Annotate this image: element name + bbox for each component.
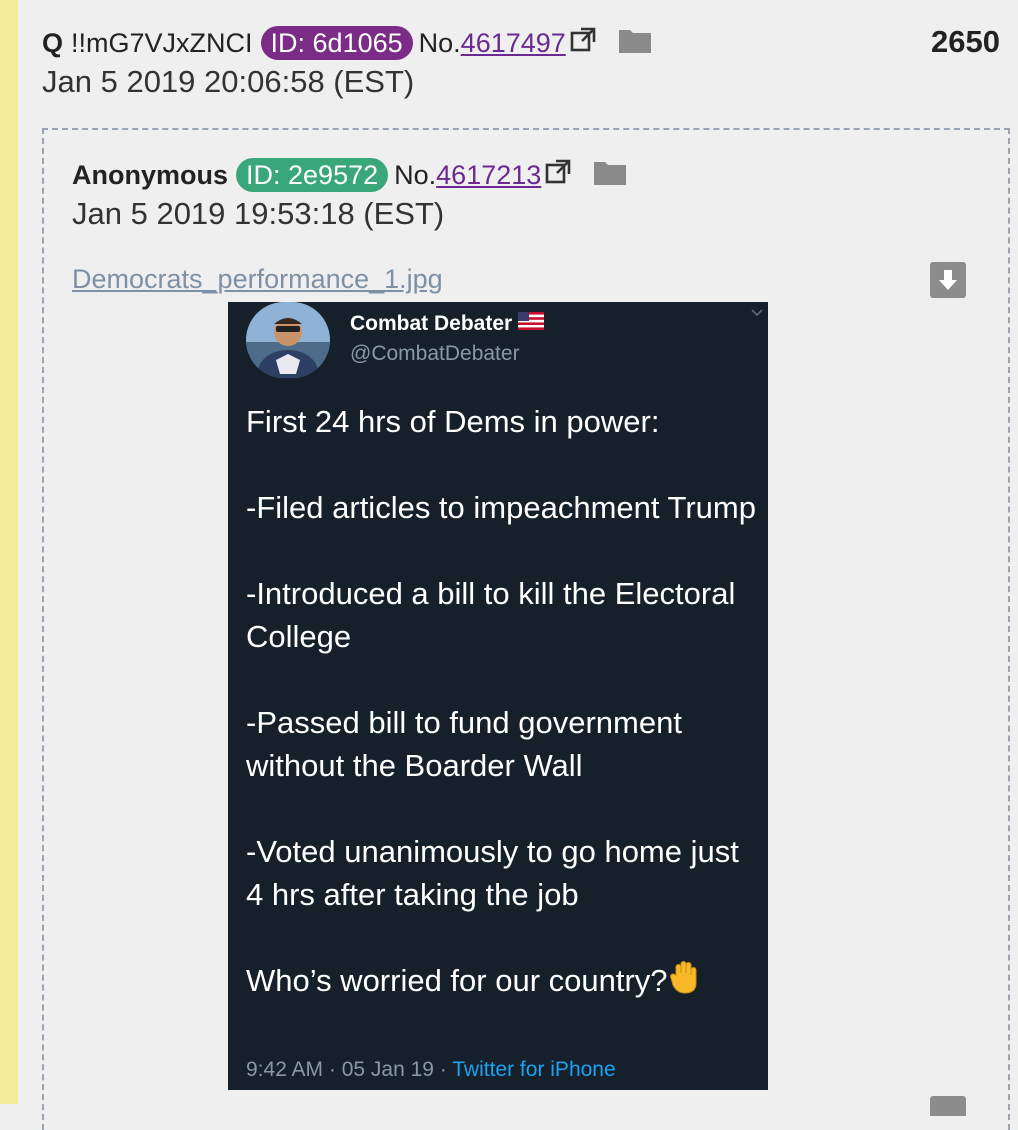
post-date: Jan 5 2019 20:06:58 (EST) (42, 64, 415, 99)
chevron-down-icon (750, 306, 764, 320)
post-number-link[interactable]: 4617497 (461, 28, 566, 58)
tweet-handle: @CombatDebater (350, 342, 520, 365)
poster-name: Q (42, 27, 64, 58)
tweet-line: -Voted unanimously to go home just 4 hrs… (246, 834, 739, 912)
tweet-last-line: Who’s worried for our country? (246, 959, 756, 1006)
us-flag-icon (518, 312, 545, 336)
post-number: No.4617213 (394, 160, 541, 191)
q-post-header: Q !!mG7VJxZNCI ID: 6d1065 No.4617497 Jan… (42, 24, 1002, 104)
q-post: Q !!mG7VJxZNCI ID: 6d1065 No.4617497 Jan… (18, 0, 1018, 1130)
external-link-icon[interactable] (545, 159, 571, 192)
tweet-line: -Introduced a bill to kill the Electoral… (246, 576, 736, 654)
post-number-link[interactable]: 4617213 (436, 160, 541, 190)
raised-hand-icon (669, 961, 700, 1006)
tweet-meta: 9:42 AM · 05 Jan 19 · Twitter for iPhone (246, 1058, 616, 1082)
post-number-prefix: No. (418, 27, 461, 58)
attachment-filename-link[interactable]: Democrats_performance_1.jpg (72, 264, 443, 295)
post-counter: 2650 (931, 24, 1000, 59)
tripcode: !!mG7VJxZNCI (71, 27, 253, 58)
reply-post-header: Anonymous ID: 2e9572 No.4617213 Jan 5 20… (72, 156, 972, 232)
tweet-source: Twitter for iPhone (452, 1058, 616, 1081)
tweet-display-name: Combat Debater (350, 312, 513, 335)
folder-icon[interactable] (618, 26, 652, 61)
post-date: Jan 5 2019 19:53:18 (EST) (72, 196, 445, 231)
tweet-screenshot-image: Combat Debater @CombatDebater First 24 h… (228, 302, 768, 1090)
poster-id-badge[interactable]: ID: 6d1065 (260, 26, 413, 60)
tweet-line: -Filed articles to impeachment Trump (246, 490, 756, 525)
tweet-line: Who’s worried for our country? (246, 963, 668, 998)
quoted-reply-post: Anonymous ID: 2e9572 No.4617213 Jan 5 20… (42, 128, 1010, 1130)
post-number: No.4617497 (419, 28, 566, 59)
tweet-line: First 24 hrs of Dems in power: (246, 404, 660, 439)
folder-icon[interactable] (593, 158, 627, 193)
tweet-author-name: Combat Debater (350, 312, 545, 336)
download-icon[interactable] (930, 262, 966, 298)
avatar (246, 302, 330, 378)
post-highlight-bar (0, 0, 18, 1104)
poster-id-badge[interactable]: ID: 2e9572 (236, 158, 389, 192)
tweet-line: -Passed bill to fund government without … (246, 705, 682, 783)
download-icon[interactable] (930, 1096, 966, 1116)
external-link-icon[interactable] (570, 27, 596, 60)
tweet-text: First 24 hrs of Dems in power: -Filed ar… (246, 400, 756, 1006)
poster-name: Anonymous (72, 159, 229, 190)
tweet-time: 9:42 AM · 05 Jan 19 · (246, 1058, 453, 1081)
post-number-prefix: No. (394, 159, 437, 190)
